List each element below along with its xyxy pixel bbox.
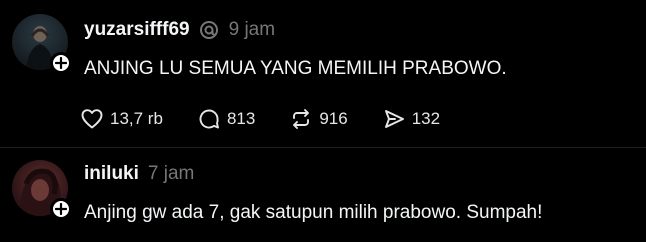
action-bar: 13,7 rb 813 916 132 <box>80 104 474 134</box>
username[interactable]: yuzarsifff69 <box>84 19 190 41</box>
post-text: Anjing gw ada 7, gak satupun milih prabo… <box>84 202 543 223</box>
send-icon <box>384 110 404 128</box>
username[interactable]: iniluki <box>84 163 139 185</box>
post-yuzarsifff69: yuzarsifff69 9 jam ANJING LU SEMUA YANG … <box>0 0 646 146</box>
repost-arrows-icon <box>293 109 310 129</box>
plus-icon <box>55 57 67 69</box>
like-button[interactable]: 13,7 rb <box>80 107 163 131</box>
avatar-container <box>12 14 72 74</box>
follow-button[interactable] <box>50 198 72 220</box>
heart-icon <box>81 109 103 129</box>
plus-icon <box>55 203 67 215</box>
post-timestamp: 9 jam <box>228 19 276 40</box>
avatar-container <box>12 160 72 220</box>
speech-bubble-icon <box>199 109 219 129</box>
threads-thread-icon <box>199 20 219 40</box>
post-text: ANJING LU SEMUA YANG MEMILIH PRABOWO. <box>84 58 507 79</box>
post-header: iniluki 7 jam <box>84 160 194 188</box>
reply-count: 813 <box>226 109 256 128</box>
like-count: 13,7 rb <box>110 109 163 128</box>
reply-button[interactable]: 813 <box>197 107 255 131</box>
share-count: 132 <box>411 109 441 128</box>
repost-button[interactable]: 916 <box>289 107 348 131</box>
post-divider <box>0 147 646 148</box>
share-button[interactable]: 132 <box>382 107 440 131</box>
post-timestamp: 7 jam <box>147 163 195 184</box>
post-iniluki: iniluki 7 jam Anjing gw ada 7, gak satup… <box>0 150 646 242</box>
follow-button[interactable] <box>50 52 72 74</box>
repost-count: 916 <box>319 109 348 128</box>
post-header: yuzarsifff69 9 jam <box>84 16 275 44</box>
